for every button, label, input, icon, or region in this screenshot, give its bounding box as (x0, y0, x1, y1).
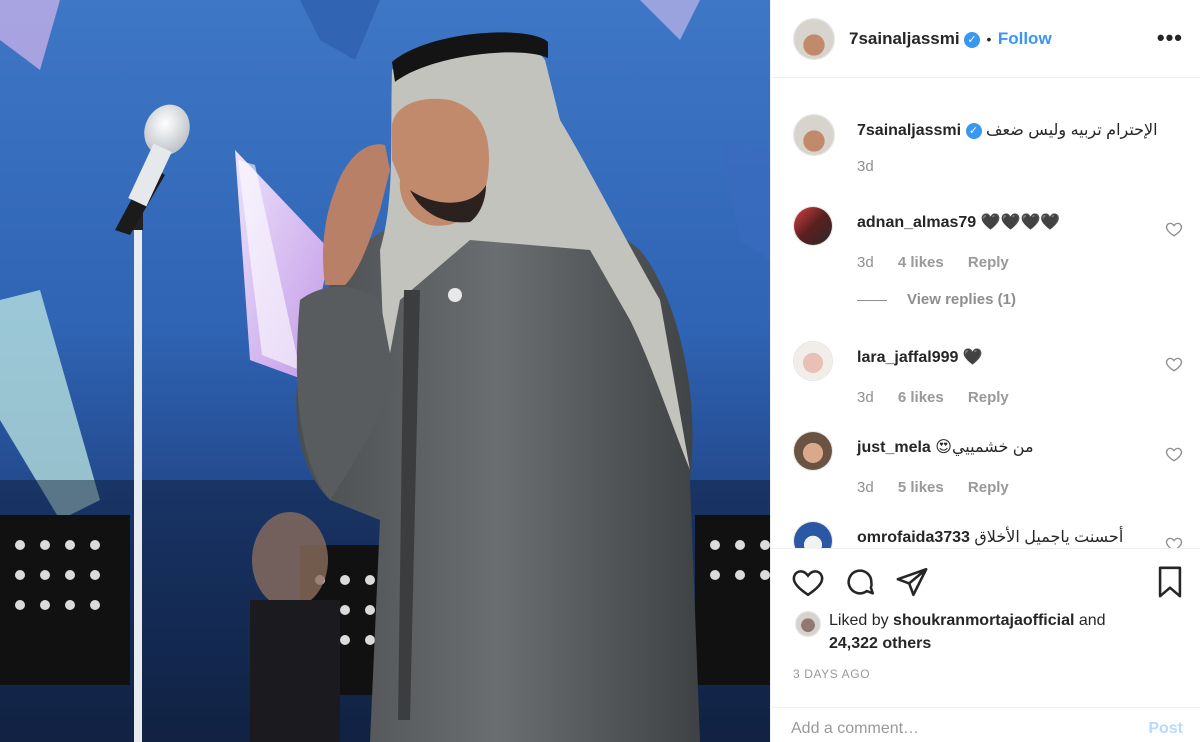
liked-by-user[interactable]: shoukranmortajaofficial (893, 612, 1074, 629)
post-actions: Liked by shoukranmortajaofficial and 24,… (771, 548, 1200, 738)
add-comment-bar: Post (771, 707, 1200, 742)
caption-time[interactable]: 3d (857, 158, 874, 175)
comment-line: omrofaida3733 أحسنت ياجميل الأخلاق (857, 527, 1177, 547)
comment-likes[interactable]: 6 likes (898, 389, 944, 406)
comment-time[interactable]: 3d (857, 254, 874, 271)
commenter-avatar[interactable] (793, 206, 833, 246)
reply-button[interactable]: Reply (968, 479, 1009, 496)
comment-meta: 3d 4 likes Reply (857, 254, 1029, 271)
comment-line: just_mela من خشمييي😍 (857, 437, 1177, 457)
like-heart-icon[interactable] (791, 565, 825, 599)
comment-username[interactable]: omrofaida3733 (857, 529, 970, 546)
caption-username[interactable]: 7sainaljassmi (857, 122, 961, 139)
author-username[interactable]: 7sainaljassmi (849, 29, 960, 48)
comment-text: من خشمييي😍 (935, 439, 1034, 456)
heart-icon[interactable] (1165, 535, 1183, 548)
comment-item: adnan_almas79 🖤🖤🖤🖤 3d 4 likes Reply (793, 206, 1193, 296)
post-date[interactable]: 3 DAYS AGO (793, 667, 870, 681)
post-photo[interactable] (0, 0, 770, 742)
liked-by-others[interactable]: 24,322 others (829, 635, 931, 652)
commenter-avatar[interactable] (793, 431, 833, 471)
comment-text: 🖤 (962, 349, 983, 366)
comment-meta: 3d 5 likes Reply (857, 479, 1029, 496)
comment-time[interactable]: 3d (857, 479, 874, 496)
liker-avatar[interactable] (795, 611, 821, 637)
heart-icon[interactable] (1165, 355, 1183, 373)
reply-button[interactable]: Reply (968, 254, 1009, 271)
comment-username[interactable]: lara_jaffal999 (857, 349, 958, 366)
reply-button[interactable]: Reply (968, 389, 1009, 406)
comment-item: lara_jaffal999 🖤 3d 6 likes Reply (793, 341, 1193, 421)
more-dots-icon[interactable]: ••• (1157, 27, 1183, 49)
bookmark-save-icon[interactable] (1153, 565, 1187, 599)
post-comment-button[interactable]: Post (1148, 720, 1183, 738)
view-replies-button[interactable]: View replies (1) (857, 291, 1016, 308)
comment-time[interactable]: 3d (857, 389, 874, 406)
comment-bubble-icon[interactable] (843, 565, 877, 599)
post-header: 7sainaljassmi ✓ • Follow ••• (771, 0, 1200, 78)
comment-text: أحسنت ياجميل الأخلاق (974, 529, 1124, 546)
follow-button[interactable]: Follow (998, 29, 1052, 48)
comment-likes[interactable]: 5 likes (898, 479, 944, 496)
caption-meta: 3d (857, 158, 894, 175)
comment-username[interactable]: just_mela (857, 439, 931, 456)
add-comment-input[interactable] (791, 720, 1111, 738)
heart-icon[interactable] (1165, 445, 1183, 463)
follow-separator: • (986, 31, 992, 47)
comment-meta: 3d 6 likes Reply (857, 389, 1029, 406)
comment-item: omrofaida3733 أحسنت ياجميل الأخلاق (793, 521, 1193, 548)
comment-item: just_mela من خشمييي😍 3d 5 likes Reply (793, 431, 1193, 511)
share-send-icon[interactable] (895, 565, 929, 599)
comment-text: 🖤🖤🖤🖤 (980, 214, 1061, 231)
verified-badge-icon: ✓ (965, 122, 982, 139)
comment-likes[interactable]: 4 likes (898, 254, 944, 271)
liked-by-text: Liked by shoukranmortajaofficial and 24,… (829, 609, 1106, 655)
caption-text: الإحترام تربيه وليس ضعف (985, 122, 1158, 139)
caption-avatar[interactable] (793, 114, 835, 156)
comment-line: lara_jaffal999 🖤 (857, 347, 1177, 367)
comment-line: adnan_almas79 🖤🖤🖤🖤 (857, 212, 1177, 232)
post-sidebar: 7sainaljassmi ✓ • Follow ••• 7sainaljass… (770, 0, 1200, 742)
replies-dash (857, 299, 887, 301)
caption-line: 7sainaljassmi ✓ الإحترام تربيه وليس ضعف (857, 120, 1177, 140)
author-avatar[interactable] (793, 18, 835, 60)
verified-badge-icon: ✓ (964, 31, 981, 48)
liked-by-and: and (1078, 612, 1106, 629)
heart-icon[interactable] (1165, 220, 1183, 238)
singer-on-stage-image (0, 0, 770, 742)
liked-by-prefix: Liked by (829, 612, 889, 629)
commenter-avatar[interactable] (793, 341, 833, 381)
header-title-row: 7sainaljassmi ✓ • Follow (849, 29, 1052, 49)
caption: 7sainaljassmi ✓ الإحترام تربيه وليس ضعف … (793, 114, 1193, 194)
view-replies-label: View replies (1) (907, 291, 1016, 308)
comment-username[interactable]: adnan_almas79 (857, 214, 976, 231)
comments-list[interactable]: 7sainaljassmi ✓ الإحترام تربيه وليس ضعف … (771, 78, 1200, 548)
commenter-avatar[interactable] (793, 521, 833, 548)
